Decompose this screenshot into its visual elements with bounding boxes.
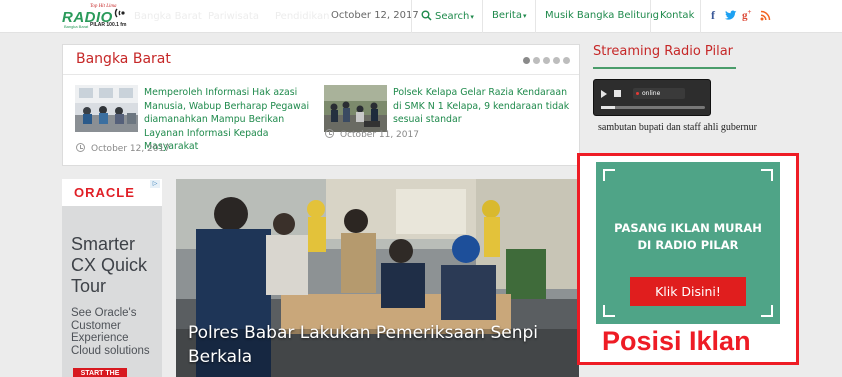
- frame-corner: [603, 169, 615, 181]
- play-icon[interactable]: [601, 90, 607, 98]
- ad-position-label: Posisi Iklan: [602, 326, 751, 356]
- carousel-dot[interactable]: [563, 57, 570, 64]
- nav-musik-bangka-belitung[interactable]: Musik Bangka Belitung: [545, 10, 659, 21]
- stop-icon[interactable]: [614, 90, 621, 97]
- frame-corner: [761, 305, 773, 317]
- player-status: online: [633, 88, 685, 99]
- site-logo[interactable]: Top Hit Lima RADIO PILAR 100.1 fm Bangka…: [62, 4, 132, 30]
- oracle-ad-button[interactable]: START THE TOUR: [73, 368, 127, 377]
- frame-corner: [761, 169, 773, 181]
- carousel-dot[interactable]: [523, 57, 530, 64]
- ad-banner[interactable]: PASANG IKLAN MURAH DI RADIO PILAR Klik D…: [596, 162, 780, 324]
- nav-berita-label: Berita: [492, 10, 522, 21]
- chevron-down-icon: ▾: [522, 12, 527, 20]
- bangka-barat-panel: Bangka Barat Memperoleh Informasi Hak az…: [62, 44, 580, 166]
- hero-featured-article[interactable]: Polres Babar Lakukan Pemeriksaan Senpi B…: [176, 179, 579, 377]
- nav-divider: [411, 0, 412, 33]
- article-date: October 12, 2017: [76, 143, 170, 154]
- twitter-icon[interactable]: [725, 10, 737, 21]
- logo-frequency: PILAR 100.1 fm: [90, 22, 127, 28]
- hero-caption[interactable]: Polres Babar Lakukan Pemeriksaan Senpi B…: [188, 321, 573, 369]
- nav-date: October 12, 2017: [331, 10, 419, 21]
- article-date: October 11, 2017: [325, 129, 419, 140]
- nav-divider: [482, 0, 483, 33]
- panel-title[interactable]: Bangka Barat: [76, 51, 171, 67]
- nav-kontak[interactable]: Kontak: [660, 10, 694, 21]
- nav-divider: [650, 0, 651, 33]
- nav-berita[interactable]: Berita▾: [492, 10, 526, 21]
- nav-divider: [700, 0, 701, 33]
- divider-accent: [593, 67, 736, 69]
- article-date-text: October 12, 2017: [91, 144, 170, 154]
- oracle-logo: ORACLE: [74, 185, 135, 200]
- oracle-ad-banner[interactable]: ORACLE ▷ Smarter CX Quick Tour See Oracl…: [62, 179, 162, 377]
- nav-search-label: Search: [435, 11, 470, 22]
- oracle-ad-header: ORACLE ▷: [62, 179, 162, 206]
- ad-placement-box[interactable]: PASANG IKLAN MURAH DI RADIO PILAR Klik D…: [577, 153, 799, 365]
- article-thumbnail[interactable]: [324, 85, 387, 132]
- streaming-caption: sambutan bupati dan staff ahli gubernur: [598, 122, 757, 133]
- search-icon: [421, 10, 432, 21]
- clock-icon: [325, 129, 334, 138]
- ad-headline-line1: PASANG IKLAN MURAH: [614, 221, 762, 235]
- frame-corner: [603, 305, 615, 317]
- top-navbar: Top Hit Lima RADIO PILAR 100.1 fm Bangka…: [0, 0, 842, 33]
- logo-subtitle: Bangka Barat: [64, 24, 89, 29]
- nav-item-bangka-barat[interactable]: Bangka Barat: [134, 11, 202, 22]
- chevron-down-icon: ▾: [470, 13, 474, 21]
- nav-divider: [535, 0, 536, 33]
- ad-headline-line2: DI RADIO PILAR: [637, 238, 739, 252]
- broadcast-wave-icon: [114, 8, 125, 18]
- article-title-link[interactable]: Polsek Kelapa Gelar Razia Kendaraan di S…: [393, 86, 571, 127]
- seek-bar[interactable]: [601, 106, 705, 109]
- article-date-text: October 11, 2017: [340, 130, 419, 140]
- googleplus-icon[interactable]: g+: [742, 8, 752, 22]
- clock-icon: [76, 143, 85, 152]
- ad-cta-button[interactable]: Klik Disini!: [630, 277, 746, 306]
- carousel-dot[interactable]: [543, 57, 550, 64]
- facebook-icon[interactable]: f: [711, 8, 715, 23]
- streaming-title: Streaming Radio Pilar: [593, 44, 734, 59]
- nav-item-pendidikan[interactable]: Pendidikan: [275, 11, 330, 22]
- seek-bar-fill: [601, 106, 615, 109]
- carousel-dot[interactable]: [553, 57, 560, 64]
- rss-icon[interactable]: [760, 10, 771, 21]
- oracle-ad-body: See Oracle's Customer Experience Cloud s…: [71, 307, 150, 357]
- carousel-dot[interactable]: [533, 57, 540, 64]
- article-thumbnail[interactable]: [75, 85, 138, 132]
- nav-search[interactable]: Search▾: [421, 10, 474, 22]
- adchoices-icon[interactable]: ▷: [150, 180, 160, 188]
- oracle-ad-headline: Smarter CX Quick Tour: [71, 234, 148, 296]
- nav-item-pariwisata[interactable]: Pariwisata: [208, 11, 259, 22]
- ad-headline: PASANG IKLAN MURAH DI RADIO PILAR: [596, 220, 780, 254]
- audio-player: online: [593, 79, 711, 116]
- divider: [63, 74, 579, 75]
